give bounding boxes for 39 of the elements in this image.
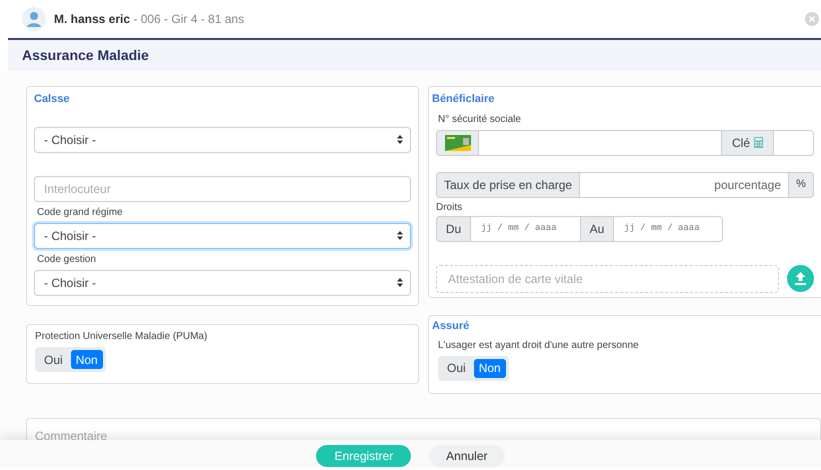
toggle-option[interactable]: Oui bbox=[38, 350, 69, 369]
sort-icon bbox=[397, 231, 403, 240]
patient-name: M. hanss eric bbox=[54, 12, 130, 26]
sort-icon bbox=[397, 278, 403, 287]
toggle-option[interactable]: Oui bbox=[441, 358, 472, 378]
patient-details: - 006 - Gir 4 - 81 ans bbox=[132, 12, 244, 26]
field-label: Clé bbox=[732, 134, 750, 152]
select-field[interactable]: - Choisir - bbox=[34, 222, 411, 248]
percentage-field[interactable]: pourcentage bbox=[580, 172, 788, 198]
select-field[interactable]: - Choisir - bbox=[34, 126, 411, 152]
sort-icon bbox=[397, 135, 403, 144]
field-label: Code gestion bbox=[37, 252, 97, 266]
field-label: Taux de prise en charge bbox=[436, 172, 580, 198]
field-label: Protection Universelle Maladie (PUMa) bbox=[35, 330, 208, 344]
date-field[interactable]: jj / mm / aaaa bbox=[471, 216, 580, 242]
section-heading: Calsse bbox=[34, 92, 70, 107]
field-label: Droits bbox=[436, 200, 464, 214]
cancel-button[interactable]: Annuler bbox=[429, 445, 505, 467]
page-title: Assurance Maladie bbox=[22, 46, 149, 65]
toggle-option[interactable]: Non bbox=[70, 350, 103, 369]
calculator-icon bbox=[754, 137, 763, 148]
toggle-option[interactable]: Non bbox=[474, 358, 506, 378]
field-label: Du bbox=[436, 216, 471, 242]
section-heading: Assuré bbox=[432, 319, 470, 334]
field-label: L'usager est ayant droit d'une autre personne bbox=[438, 338, 640, 352]
close-icon[interactable] bbox=[805, 12, 819, 26]
select-field[interactable]: - Choisir - bbox=[34, 270, 411, 296]
upload-icon[interactable] bbox=[787, 265, 814, 292]
input-field[interactable]: Interlocuteur bbox=[34, 176, 411, 202]
field-label: Au bbox=[580, 216, 614, 242]
field-label: Code grand régime bbox=[37, 206, 124, 220]
unit-label: % bbox=[788, 172, 814, 198]
section-heading: Bénéficlaire bbox=[432, 92, 496, 107]
date-field[interactable]: jj / mm / aaaa bbox=[614, 216, 723, 242]
cle-field[interactable] bbox=[774, 130, 814, 156]
avatar-icon bbox=[22, 7, 46, 31]
field-label: N° sécurité sociale bbox=[438, 112, 522, 126]
card-icon bbox=[444, 134, 470, 150]
ssn-field[interactable] bbox=[479, 130, 721, 156]
